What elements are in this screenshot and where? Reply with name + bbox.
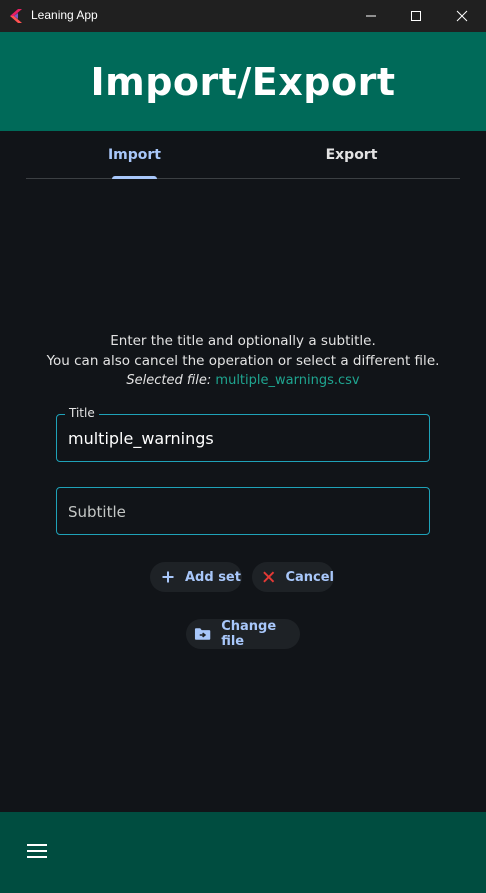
flutter-app-icon bbox=[10, 9, 22, 23]
title-field-label: Title bbox=[65, 406, 99, 420]
minimize-icon bbox=[366, 15, 376, 17]
tab-bar: Import Export bbox=[26, 131, 460, 179]
instruction-line-1: Enter the title and optionally a subtitl… bbox=[110, 333, 376, 349]
page-header: Import/Export bbox=[0, 32, 486, 131]
app-window: Leaning App Import/Export Import Export … bbox=[0, 0, 486, 893]
title-bar: Leaning App bbox=[0, 0, 486, 32]
selected-file-name: multiple_warnings.csv bbox=[215, 373, 360, 388]
maximize-icon bbox=[411, 11, 421, 21]
folder-arrow-icon bbox=[194, 628, 211, 640]
change-file-label: Change file bbox=[221, 619, 277, 649]
cancel-button[interactable]: Cancel bbox=[252, 562, 334, 592]
tab-export[interactable]: Export bbox=[243, 131, 460, 178]
title-field-value: multiple_warnings bbox=[68, 429, 214, 448]
subtitle-field[interactable]: Subtitle bbox=[56, 487, 430, 535]
instructions: Enter the title and optionally a subtitl… bbox=[0, 331, 486, 391]
instruction-line-2: You can also cancel the operation or sel… bbox=[46, 353, 440, 369]
maximize-button[interactable] bbox=[393, 0, 439, 32]
active-tab-indicator bbox=[112, 176, 157, 179]
plus-icon bbox=[162, 571, 174, 583]
page-title: Import/Export bbox=[90, 59, 396, 104]
x-icon bbox=[263, 571, 275, 583]
close-button[interactable] bbox=[439, 0, 485, 32]
minimize-button[interactable] bbox=[348, 0, 394, 32]
change-file-button[interactable]: Change file bbox=[186, 619, 300, 649]
add-set-button[interactable]: Add set bbox=[150, 562, 242, 592]
hamburger-menu-icon[interactable] bbox=[27, 843, 47, 859]
bottom-app-bar bbox=[0, 812, 486, 893]
selected-file-line: Selected file: multiple_warnings.csv bbox=[0, 371, 486, 391]
cancel-label: Cancel bbox=[285, 569, 334, 585]
close-icon bbox=[456, 10, 468, 22]
tab-import[interactable]: Import bbox=[26, 131, 243, 178]
selected-file-label: Selected file: bbox=[126, 373, 212, 388]
subtitle-field-placeholder: Subtitle bbox=[68, 503, 126, 521]
window-title: Leaning App bbox=[31, 8, 98, 22]
add-set-label: Add set bbox=[185, 569, 241, 585]
title-field[interactable]: Title multiple_warnings bbox=[56, 406, 430, 462]
